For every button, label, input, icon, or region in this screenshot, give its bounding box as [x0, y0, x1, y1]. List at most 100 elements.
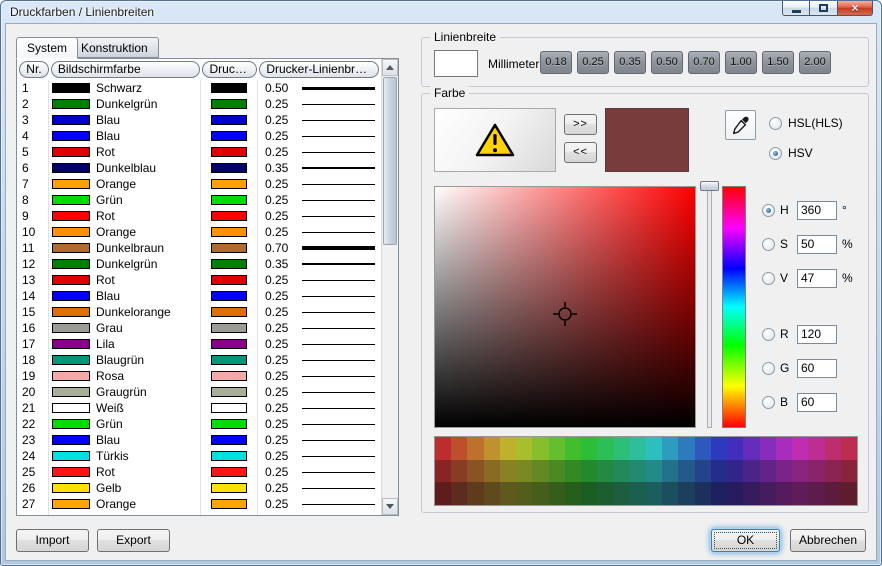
color-mode-option[interactable]: HSL(HLS)	[769, 116, 843, 130]
export-button[interactable]: Export	[97, 529, 170, 552]
linewidth-preset-button[interactable]: 2.00	[799, 51, 831, 74]
palette-cell[interactable]	[532, 482, 548, 505]
scrollbar-thumb[interactable]	[383, 77, 397, 245]
palette-cell[interactable]	[678, 437, 694, 460]
palette-cell[interactable]	[451, 437, 467, 460]
palette-cell[interactable]	[662, 460, 678, 483]
title-bar[interactable]: Druckfarben / Linienbreiten ×	[1, 1, 881, 23]
palette-cell[interactable]	[646, 460, 662, 483]
palette-cell[interactable]	[614, 460, 630, 483]
palette-cell[interactable]	[549, 460, 565, 483]
table-row[interactable]: 17Lila0.25	[17, 336, 381, 352]
palette-cell[interactable]	[808, 437, 824, 460]
palette-cell[interactable]	[467, 460, 483, 483]
palette-cell[interactable]	[711, 460, 727, 483]
table-row[interactable]: 1Schwarz0.50	[17, 80, 381, 96]
header-print-linewidth[interactable]: Drucker-Linienbrei...	[259, 61, 379, 78]
table-row[interactable]: 12Dunkelgrün0.35	[17, 256, 381, 272]
table-row[interactable]: 11Dunkelbraun0.70	[17, 240, 381, 256]
palette-cell[interactable]	[825, 460, 841, 483]
palette-cell[interactable]	[727, 482, 743, 505]
maximize-button[interactable]	[810, 1, 838, 16]
palette-cell[interactable]	[484, 460, 500, 483]
palette-cell[interactable]	[597, 460, 613, 483]
scroll-down-button[interactable]	[382, 498, 398, 515]
palette-cell[interactable]	[841, 460, 857, 483]
header-screen-color[interactable]: Bildschirmfarbe	[51, 61, 201, 78]
eyedropper-button[interactable]	[725, 110, 756, 140]
hue-input[interactable]	[797, 201, 837, 220]
table-row[interactable]: 6Dunkelblau0.35	[17, 160, 381, 176]
palette-cell[interactable]	[532, 437, 548, 460]
palette-cell[interactable]	[516, 482, 532, 505]
linewidth-preset-button[interactable]: 0.25	[577, 51, 609, 74]
palette-cell[interactable]	[435, 482, 451, 505]
linewidth-preset-button[interactable]: 0.70	[688, 51, 720, 74]
linewidth-preset-button[interactable]: 0.35	[614, 51, 646, 74]
palette-cell[interactable]	[484, 437, 500, 460]
table-row[interactable]: 27Orange0.25	[17, 496, 381, 512]
table-row[interactable]: 25Rot0.25	[17, 464, 381, 480]
blue-input[interactable]	[797, 393, 837, 412]
palette-cell[interactable]	[662, 482, 678, 505]
header-print-color[interactable]: Druckf...	[202, 61, 257, 78]
table-row[interactable]: 28Orange0.25	[17, 512, 381, 515]
transfer-right-button[interactable]: >>	[564, 114, 597, 135]
palette-cell[interactable]	[435, 460, 451, 483]
palette-cell[interactable]	[451, 460, 467, 483]
tab-konstruktion[interactable]: Konstruktion	[70, 37, 159, 58]
palette-cell[interactable]	[662, 437, 678, 460]
palette-cell[interactable]	[581, 482, 597, 505]
palette-cell[interactable]	[760, 460, 776, 483]
palette-cell[interactable]	[484, 482, 500, 505]
table-row[interactable]: 16Grau0.25	[17, 320, 381, 336]
table-row[interactable]: 5Rot0.25	[17, 144, 381, 160]
palette-cell[interactable]	[792, 460, 808, 483]
table-row[interactable]: 18Blaugrün0.25	[17, 352, 381, 368]
table-row[interactable]: 8Grün0.25	[17, 192, 381, 208]
table-row[interactable]: 19Rosa0.25	[17, 368, 381, 384]
linewidth-preset-button[interactable]: 1.00	[725, 51, 757, 74]
palette-cell[interactable]	[516, 437, 532, 460]
palette-cell[interactable]	[630, 437, 646, 460]
palette-cell[interactable]	[743, 460, 759, 483]
table-row[interactable]: 15Dunkelorange0.25	[17, 304, 381, 320]
linewidth-preset-button[interactable]: 0.50	[651, 51, 683, 74]
palette-cell[interactable]	[841, 482, 857, 505]
palette-cell[interactable]	[678, 482, 694, 505]
palette-cell[interactable]	[565, 437, 581, 460]
tab-system[interactable]: System	[16, 37, 78, 59]
green-radio[interactable]	[762, 362, 775, 375]
table-row[interactable]: 2Dunkelgrün0.25	[17, 96, 381, 112]
close-button[interactable]: ×	[838, 1, 873, 16]
table-row[interactable]: 24Türkis0.25	[17, 448, 381, 464]
palette-cell[interactable]	[808, 460, 824, 483]
palette-cell[interactable]	[727, 437, 743, 460]
minimize-button[interactable]	[782, 1, 810, 16]
sv-cursor[interactable]	[552, 301, 578, 327]
linewidth-preset-button[interactable]: 0.18	[540, 51, 572, 74]
palette-cell[interactable]	[646, 437, 662, 460]
palette-cell[interactable]	[581, 437, 597, 460]
palette-cell[interactable]	[678, 460, 694, 483]
palette-cell[interactable]	[597, 482, 613, 505]
palette-cell[interactable]	[776, 460, 792, 483]
palette-cell[interactable]	[743, 437, 759, 460]
palette-cell[interactable]	[516, 460, 532, 483]
palette-cell[interactable]	[435, 437, 451, 460]
palette-cell[interactable]	[825, 437, 841, 460]
palette-cell[interactable]	[825, 482, 841, 505]
value-radio[interactable]	[762, 272, 775, 285]
table-row[interactable]: 9Rot0.25	[17, 208, 381, 224]
color-mode-option[interactable]: HSV	[769, 146, 843, 160]
linewidth-preset-button[interactable]: 1.50	[762, 51, 794, 74]
palette-cell[interactable]	[614, 437, 630, 460]
header-nr[interactable]: Nr.	[19, 61, 49, 78]
palette-cell[interactable]	[760, 437, 776, 460]
table-row[interactable]: 23Blau0.25	[17, 432, 381, 448]
palette-cell[interactable]	[500, 482, 516, 505]
palette-cell[interactable]	[549, 437, 565, 460]
palette-cell[interactable]	[695, 460, 711, 483]
palette-cell[interactable]	[695, 482, 711, 505]
import-button[interactable]: Import	[16, 529, 89, 552]
